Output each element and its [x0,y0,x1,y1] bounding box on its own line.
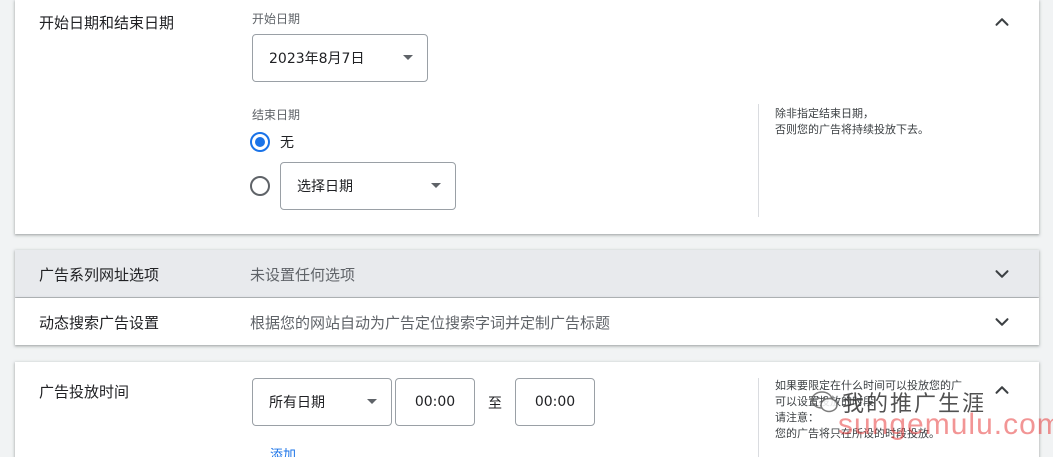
wechat-icon [811,391,838,413]
to-label: 至 [488,396,502,412]
end-date-help: 除非指定结束日期， 否则您的广告将持续投放下去。 [775,107,929,136]
start-date-select[interactable]: 2023年8月7日 [252,34,428,82]
dsa-section-summary: 根据您的网站自动为广告定位搜索字词并定制广告标题 [250,314,611,332]
add-schedule-link[interactable]: 添加 [270,444,296,457]
url-options-card[interactable]: 广告系列网址选项 未设置任何选项 [15,250,1039,297]
schedule-section-title: 广告投放时间 [39,383,130,401]
start-date-value: 2023年8月7日 [269,51,365,67]
chevron-up-icon[interactable] [991,379,1013,401]
chevron-down-icon[interactable] [991,311,1013,333]
chevron-up-icon[interactable] [991,11,1013,33]
date-section-title: 开始日期和结束日期 [39,14,175,32]
caret-down-icon [431,183,441,188]
schedule-day-value: 所有日期 [269,395,325,411]
schedule-day-select[interactable]: 所有日期 [252,378,392,426]
start-date-label: 开始日期 [252,12,301,26]
date-card: 开始日期和结束日期 开始日期 2023年8月7日 结束日期 无 选择日期 除非指… [15,0,1039,234]
url-section-summary: 未设置任何选项 [250,266,356,284]
end-none-radio[interactable] [250,132,270,152]
help-divider [758,104,759,217]
caret-down-icon [367,399,377,404]
chevron-down-icon[interactable] [991,263,1013,285]
end-pick-radio[interactable] [250,176,270,196]
end-date-select[interactable]: 选择日期 [280,162,456,210]
end-time-input[interactable]: 00:00 [515,378,595,426]
caret-down-icon [403,55,413,60]
url-section-title: 广告系列网址选项 [39,266,160,284]
dsa-settings-card[interactable]: 动态搜索广告设置 根据您的网站自动为广告定位搜索字词并定制广告标题 [15,298,1039,345]
help-divider [758,378,759,457]
end-date-label: 结束日期 [252,108,301,122]
start-time-input[interactable]: 00:00 [395,378,475,426]
end-date-placeholder: 选择日期 [297,179,353,195]
watermark-en: sungemulu.com [838,408,1053,441]
end-none-label: 无 [280,135,294,151]
dsa-section-title: 动态搜索广告设置 [39,314,160,332]
